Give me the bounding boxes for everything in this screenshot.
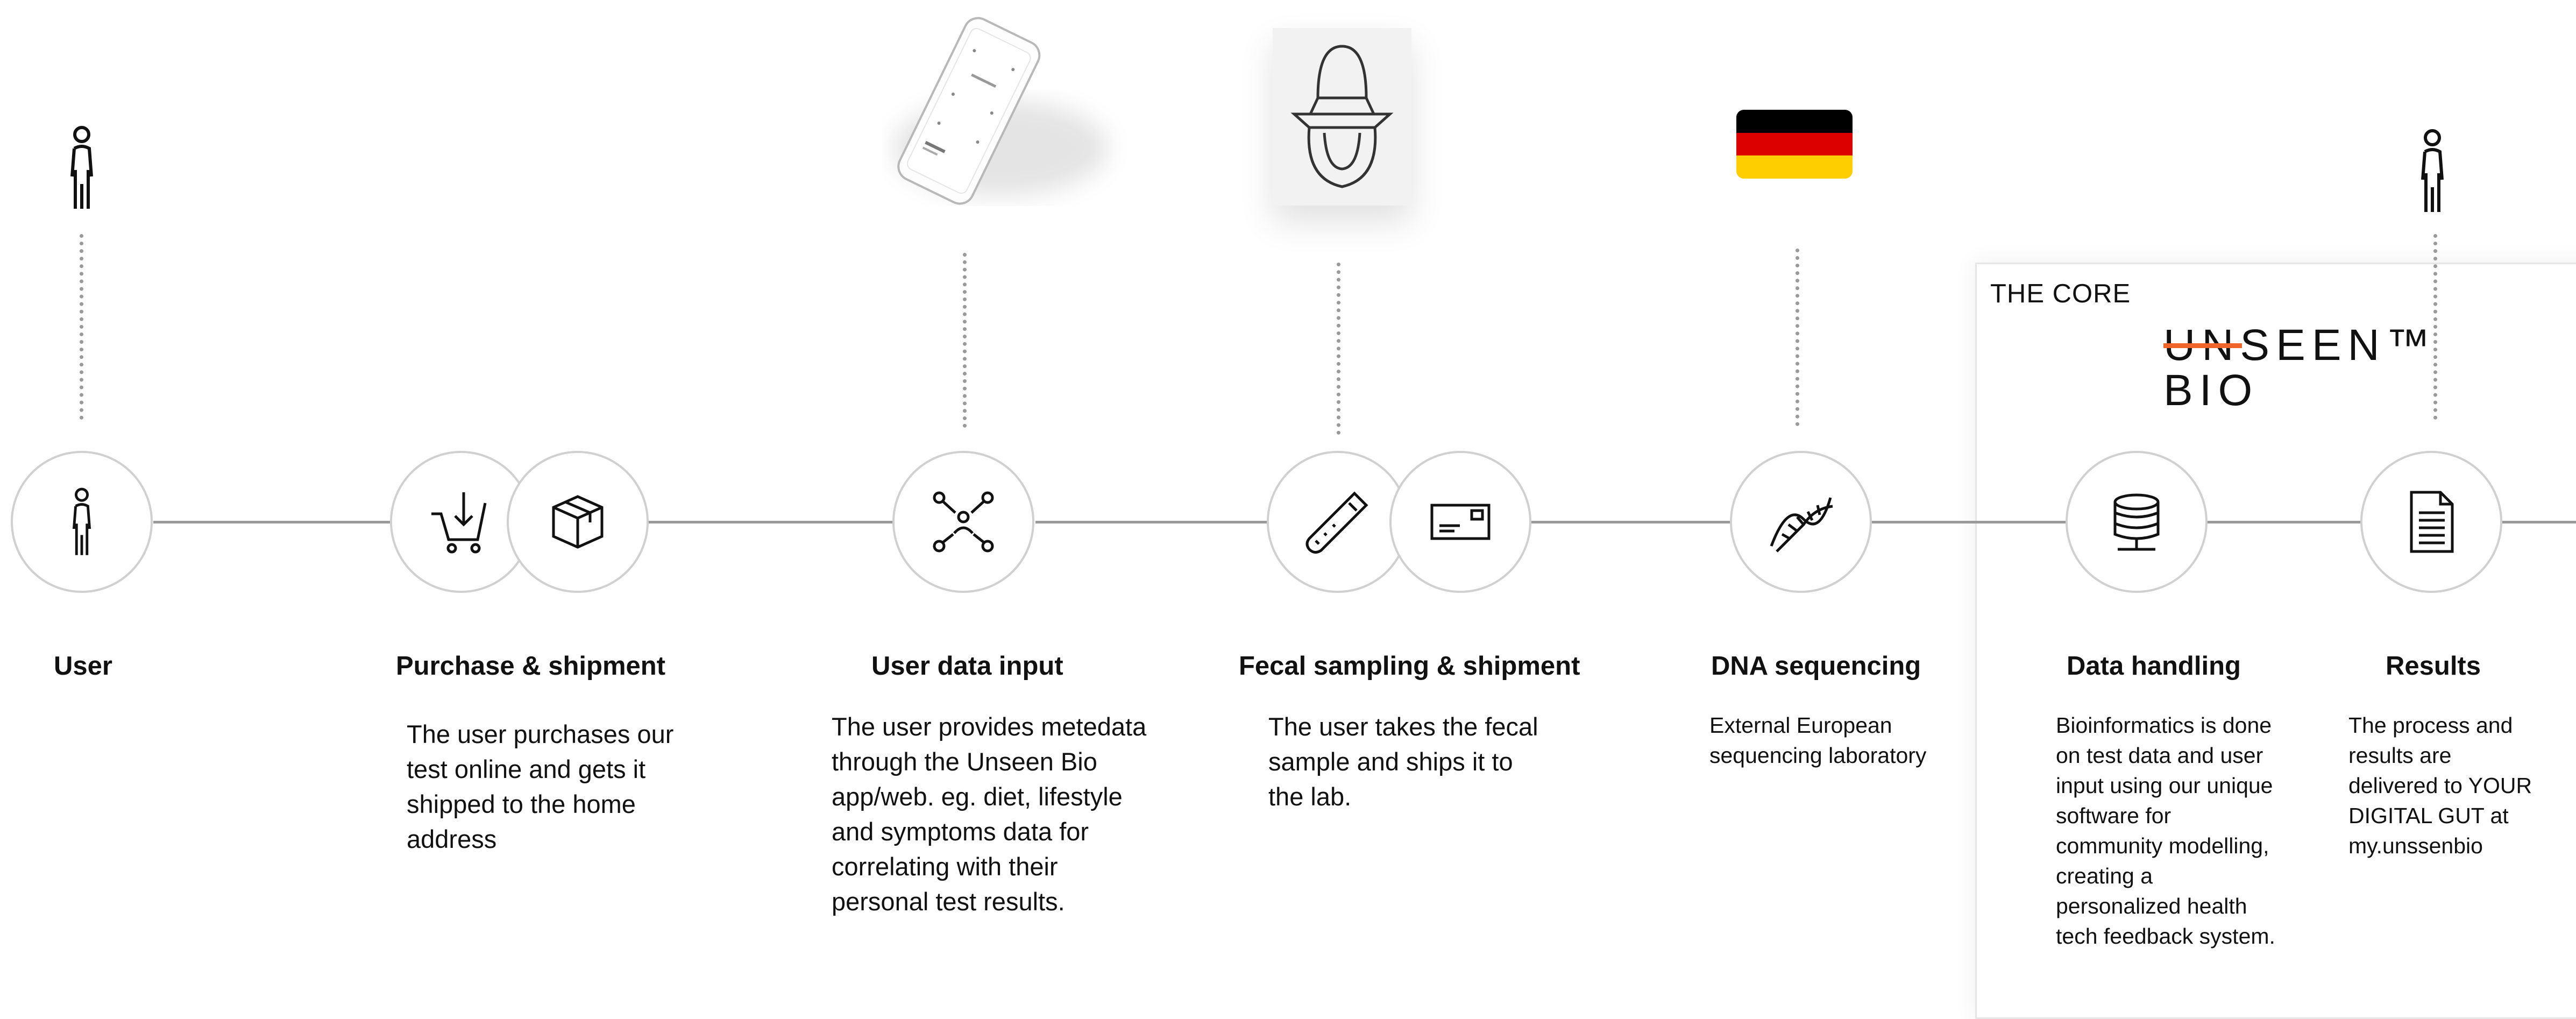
network-user-icon: [933, 491, 994, 553]
step-title-user: User: [54, 652, 112, 681]
dotted-connector: [1796, 249, 1799, 426]
logo-line-2: BIO: [2163, 366, 2259, 415]
flag-stripe-red: [1736, 132, 1853, 156]
step-description-purchase: The user purchases our test online and g…: [407, 720, 674, 853]
timeline-segment: [648, 521, 896, 523]
cart-download-icon: [431, 492, 487, 554]
step-circle-data-handling: [2066, 451, 2208, 593]
germany-flag-icon: [1736, 110, 1853, 179]
database-icon: [2113, 493, 2160, 551]
timeline-segment: [1035, 521, 1267, 523]
step-circle-dna: [1730, 451, 1872, 593]
step-circle-user: [11, 451, 153, 593]
core-label: THE CORE: [1990, 279, 2131, 308]
envelope-icon: [1430, 504, 1491, 540]
timeline-segment: [2205, 521, 2361, 523]
dotted-connector: [2433, 234, 2437, 420]
package-box-icon: [552, 495, 604, 549]
step-circle-sampling: [1267, 451, 1409, 593]
step-circle-results: [2360, 451, 2502, 593]
dotted-connector: [963, 253, 967, 428]
step-circle-mail: [1389, 451, 1531, 593]
step-title-data-handling: Data handling: [2067, 652, 2241, 681]
dotted-connector: [1337, 263, 1340, 435]
flag-stripe-black: [1736, 110, 1853, 133]
step-description-data-input: The user provides metedata through the U…: [832, 712, 1147, 916]
timeline-segment: [153, 521, 390, 523]
step-title-sampling: Fecal sampling & shipment: [1239, 652, 1580, 681]
dotted-connector: [80, 234, 83, 420]
step-title-purchase: Purchase & shipment: [396, 652, 666, 681]
flag-stripe-gold: [1736, 155, 1853, 179]
step-description-dna: External European sequencing laboratory: [1709, 713, 1927, 768]
timeline-segment: [1530, 521, 1732, 523]
toilet-image: [1273, 28, 1411, 206]
sample-tube-icon: [1305, 491, 1368, 554]
document-icon: [2410, 491, 2454, 553]
step-description-sampling: The user takes the fecal sample and ship…: [1268, 712, 1538, 811]
toilet-icon: [1290, 45, 1394, 188]
step-description-data-handling: Bioinformatics is done on test data and …: [2056, 713, 2275, 949]
phone-app-image: [893, 17, 1108, 205]
dna-icon: [1770, 497, 1833, 553]
person-icon: [72, 487, 91, 555]
step-title-dna: DNA sequencing: [1711, 652, 1921, 681]
step-circle-data-input: [892, 451, 1034, 593]
timeline-segment: [1872, 521, 2066, 523]
unseen-bio-logo: UNSEEN™ BIO: [2163, 323, 2437, 413]
step-circle-shipment: [507, 451, 649, 593]
person-icon: [2421, 129, 2444, 212]
person-icon: [70, 126, 93, 209]
step-title-results: Results: [2386, 652, 2481, 681]
step-description-results: The process and results are delivered to…: [2348, 713, 2532, 858]
logo-strike: [2163, 343, 2242, 348]
step-title-data-input: User data input: [871, 652, 1063, 681]
timeline-segment: [2502, 521, 2576, 523]
